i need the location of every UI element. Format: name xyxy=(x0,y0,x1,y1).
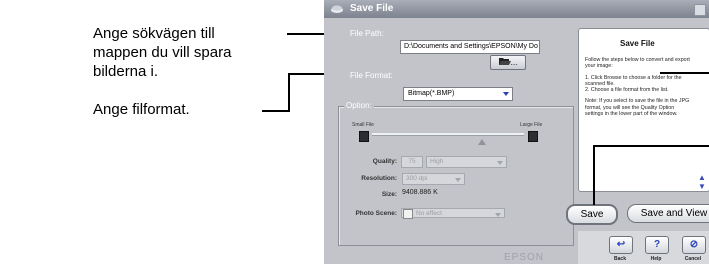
quality-value-field[interactable]: 75 xyxy=(401,156,423,168)
resolution-value: 300 dpi xyxy=(406,175,428,182)
cancel-label: Cancel xyxy=(684,256,702,262)
help-paragraph: 1. Click Browse to choose a folder for t… xyxy=(585,74,682,94)
size-value: 9408.886 K xyxy=(402,189,438,196)
help-button[interactable]: ? xyxy=(645,236,669,254)
no-effect-icon xyxy=(403,209,413,219)
leader-line-format xyxy=(262,110,290,112)
quality-slider-thumb[interactable] xyxy=(478,139,486,145)
chevron-down-icon xyxy=(497,161,503,165)
leader-line-save xyxy=(593,145,595,205)
photo-scene-select[interactable]: No effect xyxy=(401,208,505,218)
help-text: Follow the steps below to convert and ex… xyxy=(585,57,693,122)
quality-slider-track[interactable] xyxy=(372,133,524,136)
back-button[interactable]: ↩ xyxy=(609,236,633,254)
scroll-arrows-icon[interactable]: ▲ ▼ xyxy=(698,173,706,191)
back-label: Back xyxy=(614,256,626,262)
annotation-line: mappen du vill spara xyxy=(93,44,232,61)
cancel-icon: ⊘ xyxy=(689,239,699,250)
browse-label: ... xyxy=(510,58,518,67)
help-label: Help xyxy=(650,256,662,262)
small-file-label: Small File xyxy=(352,122,374,128)
dialog-title: Save File xyxy=(350,3,394,14)
size-label: Size: xyxy=(381,191,397,198)
leader-line-format xyxy=(288,73,290,111)
scanner-icon xyxy=(331,5,343,13)
photo-scene-label: Photo Scene: xyxy=(355,210,397,217)
help-paragraph: Note: If you select to save the file in … xyxy=(585,98,690,118)
resolution-label: Resolution: xyxy=(361,175,397,182)
file-path-label: File Path: xyxy=(350,29,384,38)
folder-open-icon xyxy=(498,58,511,65)
cancel-button[interactable]: ⊘ xyxy=(682,236,706,254)
back-arrow-icon: ↩ xyxy=(616,239,626,250)
question-icon: ? xyxy=(653,239,661,250)
save-file-dialog: Save File File Path: D:\Documents and Se… xyxy=(324,0,709,264)
chevron-down-icon xyxy=(455,178,461,182)
help-title: Save File xyxy=(620,39,655,48)
option-group-title: Option: xyxy=(344,101,374,110)
chevron-down-icon xyxy=(495,213,501,217)
large-file-icon xyxy=(528,131,538,142)
help-paragraph: Follow the steps below to convert and ex… xyxy=(585,57,690,70)
close-icon[interactable] xyxy=(694,4,706,16)
chevron-down-icon xyxy=(503,92,509,96)
file-format-value: Bitmap(*.BMP) xyxy=(408,90,455,97)
file-path-input[interactable]: D:\Documents and Settings\EPSON\My Do xyxy=(400,40,540,54)
leader-line-save xyxy=(593,145,709,147)
annotation-line: bilderna i. xyxy=(93,63,159,80)
quality-level-value: High xyxy=(430,158,444,165)
resolution-select[interactable]: 300 dpi xyxy=(402,173,465,185)
quality-label: Quality: xyxy=(372,158,397,165)
annotation-file-path: Ange sökvägen till mappen du vill spara … xyxy=(93,24,283,81)
leader-line-help xyxy=(660,72,709,74)
file-format-select[interactable]: Bitmap(*.BMP) xyxy=(403,87,513,101)
large-file-label: Large File xyxy=(520,122,543,128)
browse-button[interactable]: ... xyxy=(490,55,526,70)
annotation-line: Ange sökvägen till xyxy=(93,25,215,42)
small-file-icon xyxy=(359,131,369,142)
file-format-label: File Format: xyxy=(350,71,393,80)
photo-scene-value: No effect xyxy=(416,210,442,217)
epson-logo: EPSON xyxy=(504,252,545,263)
save-button[interactable]: Save xyxy=(566,204,618,225)
quality-select[interactable]: High xyxy=(426,156,507,168)
annotation-file-format: Ange filformat. xyxy=(93,101,190,118)
save-and-view-button[interactable]: Save and View xyxy=(627,204,709,223)
